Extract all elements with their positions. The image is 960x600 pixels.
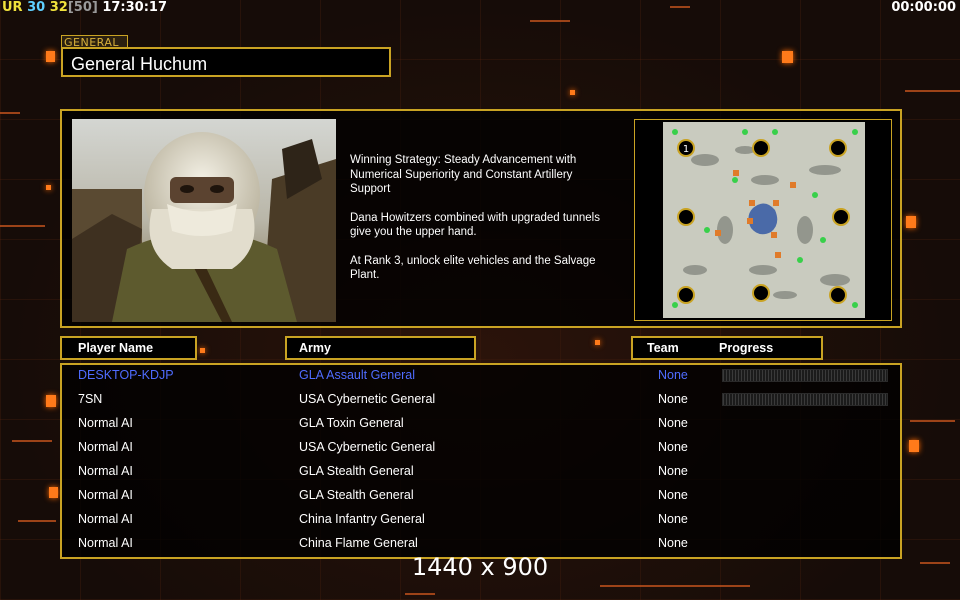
player-row[interactable]: Normal AI GLA Stealth General None	[62, 459, 900, 483]
player-name: Normal AI	[78, 512, 133, 526]
general-name: General Huchum	[61, 47, 391, 77]
player-name: DESKTOP-KDJP	[78, 368, 174, 382]
deco-line	[0, 225, 45, 227]
deco-light	[49, 487, 58, 498]
player-army: USA Cybernetic General	[299, 440, 436, 454]
player-army: USA Cybernetic General	[299, 392, 436, 406]
player-row[interactable]: DESKTOP-KDJP GLA Assault General None	[62, 363, 900, 387]
stat-value-1: 30	[27, 0, 46, 15]
column-header-team-progress[interactable]: Team Progress	[631, 336, 823, 360]
deco-light	[46, 51, 55, 62]
deco-light	[200, 348, 205, 353]
team-header-label: Team	[647, 341, 679, 355]
start-position-marker: 1	[683, 144, 689, 155]
player-team: None	[658, 440, 688, 454]
load-progress-bar	[722, 369, 888, 382]
deco-light	[909, 440, 919, 452]
player-team: None	[658, 536, 688, 550]
player-row[interactable]: 7SN USA Cybernetic General None	[62, 387, 900, 411]
player-row[interactable]: Normal AI China Infantry General None	[62, 507, 900, 531]
player-row[interactable]: Normal AI China Flame General None	[62, 531, 900, 555]
deco-line	[530, 20, 570, 22]
player-team: None	[658, 416, 688, 430]
stat-value-2: 32	[49, 0, 68, 15]
player-army: China Infantry General	[299, 512, 425, 526]
deco-light	[782, 51, 793, 63]
progress-header-label: Progress	[719, 341, 774, 355]
strategy-text: Winning Strategy: Steady Advancement wit…	[350, 153, 635, 297]
player-team: None	[658, 392, 688, 406]
army-header-label: Army	[299, 341, 331, 355]
player-army: GLA Toxin General	[299, 416, 404, 430]
player-row[interactable]: Normal AI USA Cybernetic General None	[62, 435, 900, 459]
load-progress-bar	[722, 393, 888, 406]
map-illustration: 1	[635, 120, 891, 320]
game-timer: 00:00:00	[891, 0, 956, 15]
player-army: GLA Stealth General	[299, 464, 414, 478]
deco-line	[910, 420, 955, 422]
deco-line	[905, 90, 960, 92]
fps-stats: UR 30 32[50] 17:30:17	[2, 0, 167, 15]
column-header-player[interactable]: Player Name	[60, 336, 197, 360]
deco-line	[405, 593, 435, 595]
column-header-army[interactable]: Army	[285, 336, 476, 360]
player-row[interactable]: Normal AI GLA Toxin General None	[62, 411, 900, 435]
stat-ur: UR	[2, 0, 23, 15]
player-row[interactable]: Normal AI GLA Stealth General None	[62, 483, 900, 507]
deco-line	[18, 520, 56, 522]
deco-line	[12, 440, 52, 442]
player-team: None	[658, 488, 688, 502]
general-info-panel: Winning Strategy: Steady Advancement wit…	[60, 109, 902, 328]
deco-light	[46, 185, 51, 190]
resolution-watermark: 1440 x 900	[411, 553, 549, 581]
strategy-paragraph: At Rank 3, unlock elite vehicles and the…	[350, 254, 596, 282]
player-team: None	[658, 368, 688, 382]
player-name: Normal AI	[78, 416, 133, 430]
player-name: Normal AI	[78, 464, 133, 478]
stat-bracket: [50]	[67, 0, 98, 15]
player-name: Normal AI	[78, 488, 133, 502]
player-list: DESKTOP-KDJP GLA Assault General None 7S…	[60, 363, 902, 559]
player-name: Normal AI	[78, 440, 133, 454]
deco-light	[595, 340, 600, 345]
strategy-paragraph: Dana Howitzers combined with upgraded tu…	[350, 211, 600, 239]
deco-line	[600, 585, 750, 587]
player-team: None	[658, 512, 688, 526]
player-army: GLA Assault General	[299, 368, 416, 382]
clock: 17:30:17	[102, 0, 168, 15]
player-team: None	[658, 464, 688, 478]
map-preview[interactable]: 1	[634, 119, 892, 321]
deco-line	[670, 6, 690, 8]
player-army: China Flame General	[299, 536, 418, 550]
deco-light	[906, 216, 916, 228]
general-portrait	[72, 119, 336, 322]
deco-light	[570, 90, 575, 95]
deco-light	[46, 395, 56, 407]
deco-line	[0, 112, 20, 114]
player-army: GLA Stealth General	[299, 488, 414, 502]
player-name: Normal AI	[78, 536, 133, 550]
strategy-paragraph: Winning Strategy: Steady Advancement wit…	[350, 154, 577, 195]
player-name: 7SN	[78, 392, 103, 406]
portrait-illustration	[72, 119, 336, 322]
player-name-header-label: Player Name	[78, 341, 154, 355]
